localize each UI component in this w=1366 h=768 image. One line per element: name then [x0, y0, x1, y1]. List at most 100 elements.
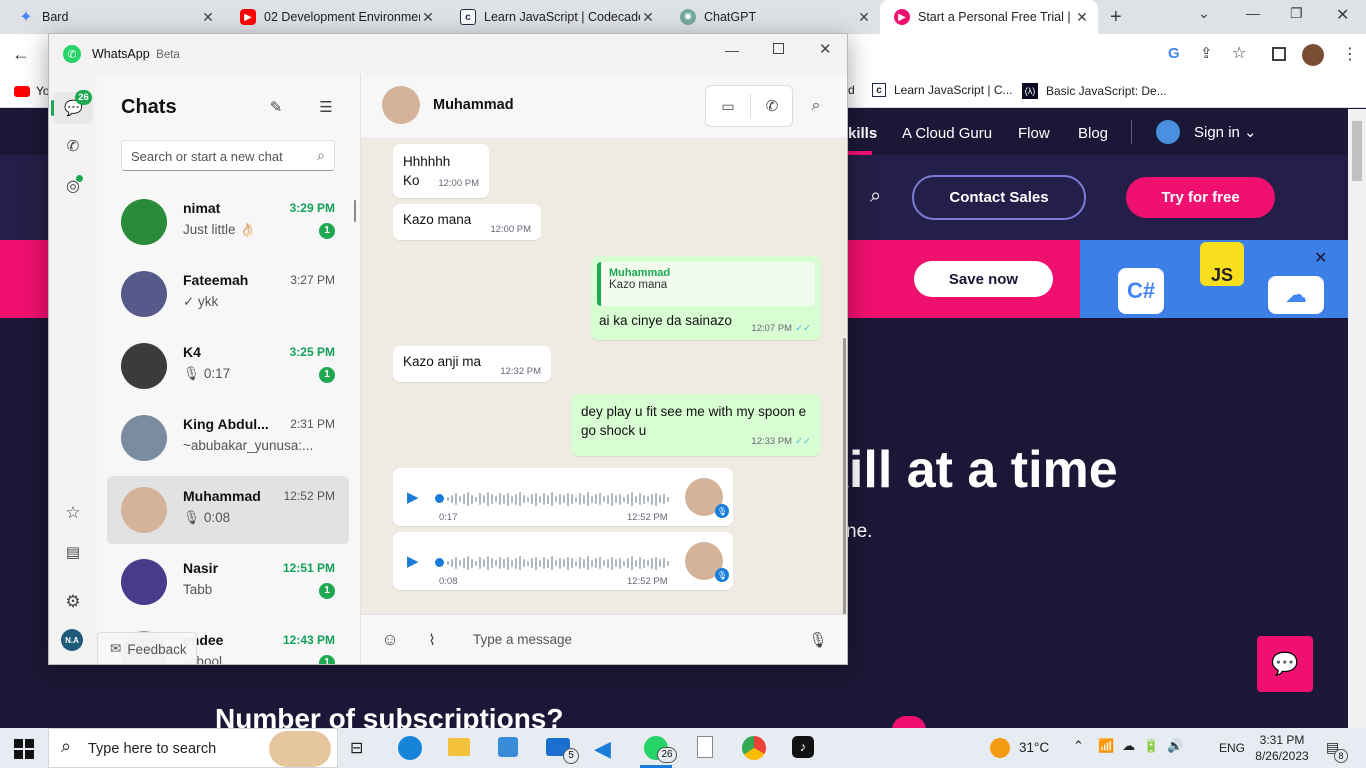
chat-item-fateemah[interactable]: Fateemah 3:27 PM ✓ ykk	[107, 260, 349, 328]
edge-icon[interactable]	[398, 736, 422, 760]
nav-blog[interactable]: Blog	[1078, 125, 1108, 142]
close-icon[interactable]: ✕	[200, 9, 216, 26]
browser-tab-pluralsight[interactable]: ▶ Start a Personal Free Trial | Pl ✕	[880, 0, 1098, 34]
close-icon[interactable]: ✕	[856, 9, 872, 26]
nav-skills[interactable]: kills	[848, 125, 877, 142]
nav-flow[interactable]: Flow	[1018, 125, 1050, 142]
conversation-scrollbar[interactable]	[843, 338, 846, 634]
clock[interactable]: 3:31 PM 8/26/2023	[1254, 732, 1310, 764]
waveform-bar	[515, 557, 517, 569]
contact-sales-button[interactable]: Contact Sales	[912, 175, 1086, 220]
message-bubble[interactable]: Kazo mana 12:00 PM	[393, 204, 541, 240]
close-icon[interactable]: ✕	[640, 9, 656, 26]
search-icon[interactable]: ⌕	[805, 95, 827, 117]
message-bubble[interactable]: Muhammad Kazo mana ai ka cinye da sainaz…	[591, 256, 821, 340]
save-now-button[interactable]: Save now	[914, 261, 1053, 297]
bookmark-youtube[interactable]: Yo	[14, 84, 50, 98]
store-icon[interactable]	[498, 737, 518, 757]
playback-handle[interactable]	[435, 494, 444, 503]
windows-start-icon[interactable]	[14, 739, 34, 759]
notepad-icon[interactable]	[697, 736, 713, 758]
message-bubble[interactable]: dey play u fit see me with my spoon e go…	[571, 394, 821, 456]
taskbar-search-input[interactable]: ⌕ Type here to search	[48, 728, 338, 768]
voice-message[interactable]: ▶ 0:17 12:52 PM 🎙	[393, 468, 733, 526]
google-lens-icon[interactable]: G	[1168, 45, 1180, 62]
browser-tab-chatgpt[interactable]: ✺ ChatGPT ✕	[666, 0, 880, 34]
browser-tab-youtube[interactable]: ▶ 02 Development Environmen ✕	[226, 0, 444, 34]
browser-tab-bard[interactable]: ✦ Bard ✕	[4, 0, 224, 34]
feedback-button[interactable]: ✉ Feedback	[97, 632, 197, 664]
chevron-up-icon[interactable]: ⌃	[1073, 738, 1084, 754]
chat-list-scrollbar[interactable]	[354, 200, 356, 222]
voice-call-icon[interactable]: ✆	[750, 86, 794, 126]
back-arrow-icon[interactable]: ←	[12, 44, 30, 65]
bookmark-freecodecamp[interactable]: (λ) Basic JavaScript: De...	[1022, 83, 1167, 99]
new-tab-button[interactable]: +	[1110, 6, 1122, 29]
system-tray-icons[interactable]: 📶☁🔋🔊	[1098, 738, 1192, 754]
voice-message[interactable]: ▶ 0:08 12:52 PM 🎙	[393, 532, 733, 590]
search-input[interactable]: Search or start a new chat ⌕	[121, 140, 335, 171]
playback-handle[interactable]	[435, 558, 444, 567]
profile-avatar[interactable]	[1302, 44, 1324, 66]
settings-gear-icon[interactable]: ⚙	[61, 590, 85, 614]
message-input[interactable]: Type a message	[473, 632, 572, 647]
chat-item-k4[interactable]: K4 3:25 PM 🎙 0:17 1	[107, 332, 349, 400]
audio-waveform[interactable]	[447, 492, 669, 506]
star-icon[interactable]: ☆	[1232, 43, 1246, 63]
page-scrollbar[interactable]	[1348, 109, 1366, 728]
close-promo-icon[interactable]: ✕	[1314, 248, 1327, 268]
audio-waveform[interactable]	[447, 556, 669, 570]
close-window-button[interactable]: ✕	[1336, 5, 1349, 25]
language-indicator[interactable]: ENG	[1219, 741, 1245, 755]
try-for-free-button[interactable]: Try for free	[1126, 177, 1275, 218]
new-chat-icon[interactable]: ✎	[265, 96, 287, 118]
bookmark-partial[interactable]: d	[848, 83, 855, 97]
message-bubble[interactable]: Hhhhhh Ko 12:00 PM	[393, 144, 489, 198]
attach-paperclip-icon[interactable]: ⌇	[421, 629, 443, 651]
wa-minimize-button[interactable]: —	[725, 42, 739, 58]
close-icon[interactable]: ✕	[1074, 9, 1090, 26]
profile-avatar[interactable]: N.A	[61, 629, 83, 651]
wa-close-button[interactable]: ✕	[819, 40, 832, 58]
play-icon[interactable]: ▶	[407, 552, 419, 570]
microphone-icon[interactable]: 🎙	[807, 629, 829, 651]
archive-icon[interactable]: ▤	[61, 540, 85, 564]
wa-maximize-button[interactable]	[773, 43, 784, 54]
sign-in-link[interactable]: Sign in ⌄	[1194, 123, 1257, 141]
weather-temp[interactable]: 31°C	[1019, 740, 1049, 755]
search-icon[interactable]: ⌕	[870, 185, 881, 208]
chat-item-nimat[interactable]: nimat 3:29 PM Just little 👌🏻 1	[107, 188, 349, 256]
nav-a-cloud-guru[interactable]: A Cloud Guru	[902, 125, 992, 142]
scrollbar-thumb[interactable]	[1352, 121, 1362, 181]
close-icon[interactable]: ✕	[420, 9, 436, 26]
phone-icon[interactable]: ✆	[61, 134, 85, 158]
browser-tab-codecademy[interactable]: c Learn JavaScript | Codecadem ✕	[446, 0, 664, 34]
tiktok-icon[interactable]: ♪	[792, 736, 814, 758]
contact-name[interactable]: Muhammad	[433, 97, 514, 113]
contact-avatar[interactable]	[382, 86, 420, 124]
chat-item-muhammad[interactable]: Muhammad 12:52 PM 🎙 0:08	[107, 476, 349, 544]
share-icon[interactable]: ⇪	[1200, 44, 1213, 62]
filter-icon[interactable]: ☰	[315, 96, 337, 118]
quoted-message[interactable]: Muhammad Kazo mana	[597, 262, 815, 306]
vscode-icon[interactable]: ◀	[594, 736, 611, 762]
waveform-bar	[579, 557, 581, 569]
chat-item-king-abdul[interactable]: King Abdul... 2:31 PM ~abubakar_yunusa:.…	[107, 404, 349, 472]
starred-icon[interactable]: ☆	[61, 501, 85, 525]
menu-kebab-icon[interactable]: ⋮	[1342, 44, 1358, 64]
maximize-button[interactable]: ❐	[1290, 5, 1303, 22]
side-panel-icon[interactable]	[1272, 47, 1286, 61]
minimize-button[interactable]: —	[1246, 5, 1260, 21]
message-bubble[interactable]: Kazo anji ma 12:32 PM	[393, 346, 551, 382]
task-view-icon[interactable]: ⊟	[350, 738, 363, 758]
video-call-icon[interactable]: ▭	[706, 86, 750, 126]
file-explorer-icon[interactable]	[448, 738, 470, 756]
rail-chats-button[interactable]: 💬 26	[51, 90, 93, 124]
play-icon[interactable]: ▶	[407, 488, 419, 506]
chat-item-nasir[interactable]: Nasir 12:51 PM Tabb 1	[107, 548, 349, 616]
tab-search-chevron-icon[interactable]: ⌄	[1198, 5, 1210, 22]
bookmark-codecademy[interactable]: c Learn JavaScript | C...	[872, 83, 1013, 97]
chat-support-button[interactable]: 💬	[1257, 636, 1313, 692]
chrome-icon[interactable]	[742, 736, 766, 760]
emoji-icon[interactable]: ☺	[379, 629, 401, 651]
